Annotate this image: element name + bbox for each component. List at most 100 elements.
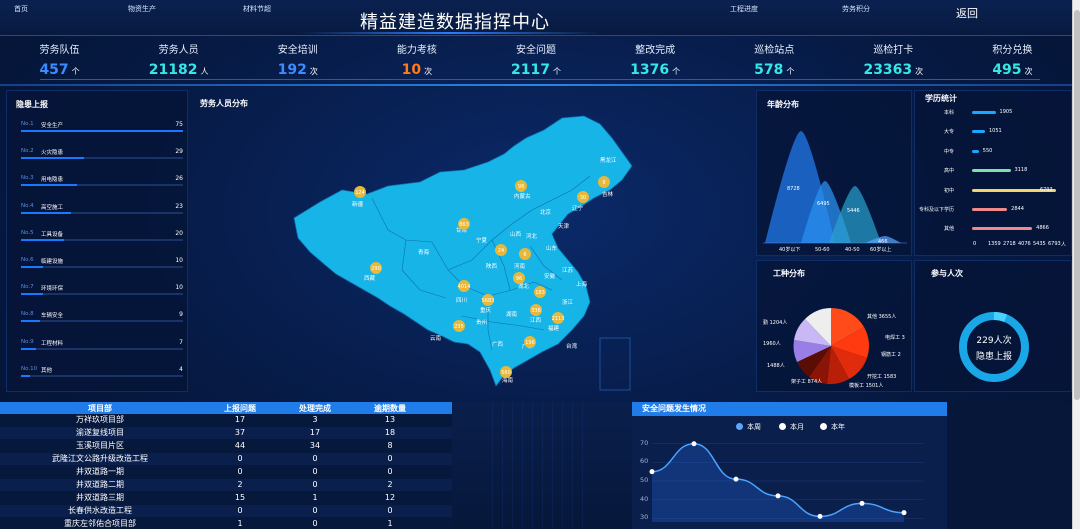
map-marker[interactable]: 560	[500, 366, 512, 378]
map-marker-value: 96	[516, 276, 522, 282]
map-marker[interactable]: 98	[515, 180, 527, 192]
map-marker[interactable]: 336	[530, 304, 542, 316]
title-underline	[300, 32, 600, 34]
map-marker[interactable]: 24	[495, 244, 507, 256]
stat-number: 2117	[511, 62, 550, 78]
data-point[interactable]	[817, 513, 823, 519]
table-cell: 武隆江文公路升级改造工程	[52, 454, 148, 463]
map-marker-value: 5683	[482, 298, 495, 304]
hazard-name: 临建设施	[41, 259, 64, 265]
province-label: 四川	[456, 297, 467, 304]
province-label: 广西	[492, 340, 504, 348]
stat-number: 192	[277, 62, 307, 78]
nav-points-link[interactable]: 劳务积分	[842, 4, 870, 14]
province-label: 江苏	[562, 266, 574, 274]
map-marker[interactable]: 290	[370, 262, 382, 274]
hazard-row[interactable]: No.7 环境环保 10	[21, 284, 183, 308]
table-row[interactable]: 井双道路三期 15 1 12	[0, 492, 452, 504]
data-point[interactable]	[775, 493, 781, 499]
hazard-row[interactable]: No.10 其他 4	[21, 366, 183, 390]
table-row[interactable]: 长春供水改造工程 0 0 0	[0, 505, 452, 517]
table-row[interactable]: 玉溪项目片区 44 34 8	[0, 440, 452, 452]
education-value: 2844	[1011, 206, 1024, 212]
age-value-1: 8728	[787, 186, 800, 192]
province-label: 黑龙江	[600, 156, 617, 164]
hazard-rank: No.8	[21, 311, 34, 318]
hazard-bar-track	[21, 320, 183, 323]
page-title: 精益建造数据指挥中心	[360, 12, 550, 33]
hazard-name: 安全生产	[41, 123, 64, 129]
hazard-row[interactable]: No.2 火灾隐患 29	[21, 148, 183, 172]
map-marker-value: 2113	[552, 316, 565, 322]
hazard-bar	[21, 157, 84, 160]
table-row[interactable]: 渝遂复线项目 37 17 18	[0, 427, 452, 439]
hazard-row[interactable]: No.5 工具设备 20	[21, 230, 183, 254]
hazard-row[interactable]: No.9 工程材料 7	[21, 339, 183, 363]
hazard-value: 7	[179, 338, 183, 346]
map-marker[interactable]: 196	[524, 336, 536, 348]
education-value: 6793	[1040, 186, 1053, 193]
map-marker-value: 9	[602, 180, 605, 186]
data-point[interactable]	[901, 510, 907, 516]
province-label: 西藏	[364, 274, 376, 282]
age-label-4: 60岁以上	[870, 246, 891, 253]
china-map: 黑龙江吉林辽宁内蒙古北京天津河北山西山东河南陕西宁夏甘肃青海新疆西藏四川重庆湖北…	[293, 115, 633, 391]
hazards-title: 隐患上报	[16, 100, 48, 109]
hazard-rank: No.6	[21, 257, 34, 263]
table-cell: 34	[309, 441, 321, 450]
data-point[interactable]	[859, 500, 865, 506]
hazard-row[interactable]: No.1 安全生产 75	[21, 121, 183, 145]
table-cell: 8	[387, 441, 393, 450]
table-row[interactable]: 万祥玖项目部 17 3 13	[0, 414, 452, 426]
stat-number: 578	[754, 62, 784, 78]
education-bar	[972, 169, 1011, 173]
table-row[interactable]: 武隆江文公路升级改造工程 0 0 0	[0, 453, 452, 465]
nav-progress-link[interactable]: 工程进度	[730, 4, 758, 14]
hazard-bar-track	[21, 374, 183, 377]
stat-unit: 次	[1024, 67, 1033, 76]
scrollbar-thumb[interactable]	[1074, 10, 1080, 400]
table-row[interactable]: 井双道路二期 2 0 2	[0, 479, 452, 491]
province-label: 云南	[430, 334, 442, 342]
stat-value: 2117 个	[476, 62, 595, 78]
province-label: 新疆	[352, 200, 364, 208]
map-marker[interactable]: 6	[519, 248, 531, 260]
map-marker[interactable]: 235	[453, 320, 465, 332]
map-marker[interactable]: 124	[354, 186, 366, 198]
stat-value: 495 次	[953, 62, 1072, 78]
hazard-row[interactable]: No.3 用电隐患 26	[21, 175, 183, 199]
hazard-row[interactable]: No.4 高空施工 23	[21, 203, 183, 227]
table-cell: 重庆左邻佑合项目部	[64, 519, 136, 528]
back-button[interactable]: 返回	[956, 5, 978, 21]
table-cell: 1	[387, 519, 393, 528]
table-row[interactable]: 重庆左邻佑合项目部 1 0 1	[0, 518, 452, 529]
hazard-value: 20	[175, 229, 183, 237]
province-label: 上海	[576, 280, 588, 288]
data-point[interactable]	[649, 469, 655, 475]
map-marker-value: 4014	[458, 284, 471, 290]
trade-label-4: 开挖工 1583	[867, 373, 896, 380]
table-row[interactable]: 井双道路一期 0 0 0	[0, 466, 452, 478]
table-cell: 3	[312, 415, 318, 424]
map-marker[interactable]: 30	[577, 191, 589, 203]
participation-value: 229人次	[976, 336, 1012, 346]
education-label: 专科及以下学历	[918, 207, 954, 213]
hazard-row[interactable]: No.6 临建设施 10	[21, 257, 183, 281]
map-marker[interactable]: 863	[458, 218, 470, 230]
map-marker[interactable]: 96	[513, 272, 525, 284]
hazard-rank: No.3	[21, 175, 34, 182]
map-marker[interactable]: 9	[598, 176, 610, 188]
stat-unit: 个	[786, 67, 795, 76]
data-point[interactable]	[691, 441, 697, 447]
hazard-row[interactable]: No.8 车辆安全 9	[21, 311, 183, 335]
province-label: 北京	[540, 208, 552, 216]
education-value: 1051	[988, 128, 1002, 135]
map-marker[interactable]: 183	[534, 286, 546, 298]
page-scrollbar[interactable]	[1072, 0, 1080, 529]
stat-label: 劳务人员	[158, 45, 199, 56]
data-point[interactable]	[733, 476, 739, 482]
safety-chart-panel: 安全问题发生情况 本周 本月 本年 70 60 50 40 30	[632, 402, 947, 529]
hazard-bar	[21, 130, 183, 132]
table-cell: 井双道路二期	[76, 480, 124, 489]
map-marker-value: 196	[525, 340, 535, 346]
